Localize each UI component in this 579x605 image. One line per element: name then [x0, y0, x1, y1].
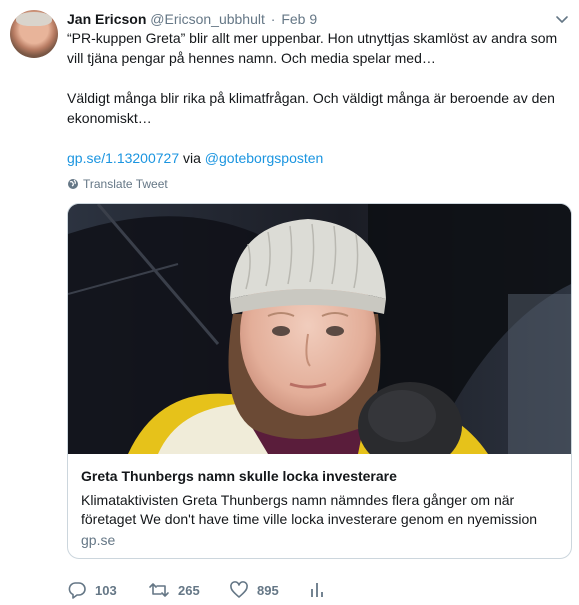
retweet-count: 265 — [178, 582, 200, 598]
like-count: 895 — [257, 582, 279, 598]
translate-label: Translate Tweet — [83, 177, 168, 191]
analytics-button[interactable] — [309, 580, 325, 600]
header-separator: · — [270, 11, 276, 27]
reply-button[interactable]: 103 — [67, 580, 117, 600]
author-name[interactable]: Jan Ericson — [67, 11, 146, 27]
author-handle[interactable]: @Ericson_ubbhult — [150, 11, 265, 27]
retweet-icon — [149, 583, 169, 597]
like-button[interactable]: 895 — [229, 580, 279, 600]
author-avatar[interactable] — [10, 10, 58, 58]
via-mention[interactable]: @goteborgsposten — [205, 150, 324, 166]
tweet-paragraph-1: “PR-kuppen Greta” blir allt mer uppenbar… — [67, 30, 558, 66]
card-title: Greta Thunbergs namn skulle locka invest… — [81, 468, 397, 484]
tweet-paragraph-2: Väldigt många blir rika på klimatfrågan.… — [67, 90, 555, 126]
card-domain: gp.se — [81, 532, 116, 548]
translate-tweet[interactable]: Translate Tweet — [67, 177, 168, 191]
analytics-icon — [311, 583, 323, 597]
card-body: Greta Thunbergs namn skulle locka invest… — [68, 454, 571, 558]
reply-count: 103 — [95, 582, 117, 598]
article-link[interactable]: gp.se/1.13200727 — [67, 150, 179, 166]
chevron-down-icon[interactable] — [553, 10, 571, 28]
via-text: via — [183, 150, 201, 166]
retweet-button[interactable]: 265 — [148, 580, 200, 600]
link-card[interactable]: Greta Thunbergs namn skulle locka invest… — [67, 203, 572, 559]
card-description: Klimataktivisten Greta Thunbergs namn nä… — [81, 492, 538, 527]
card-image — [68, 204, 571, 454]
tweet-date[interactable]: Feb 9 — [281, 11, 317, 27]
like-icon — [230, 581, 248, 598]
reply-icon — [68, 582, 86, 599]
tweet-link-line: gp.se/1.13200727 via @goteborgsposten — [67, 148, 562, 168]
tweet-header: Jan Ericson @Ericson_ubbhult · Feb 9 — [67, 10, 317, 28]
globe-icon — [68, 179, 78, 189]
tweet-text: “PR-kuppen Greta” blir allt mer uppenbar… — [67, 28, 562, 168]
